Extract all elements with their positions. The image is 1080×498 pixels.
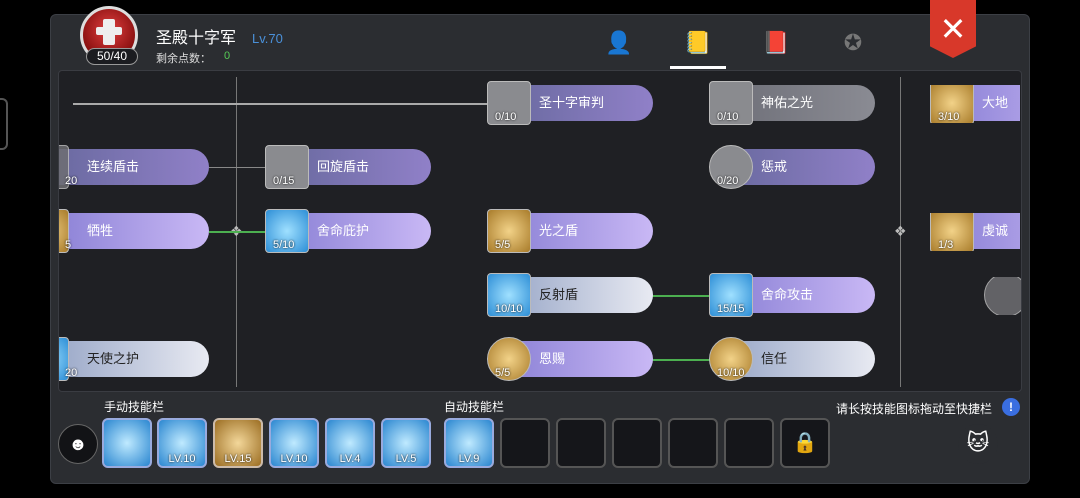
connector-line: [209, 167, 269, 168]
skill-count: 3/10: [938, 111, 960, 123]
info-icon[interactable]: !: [1002, 398, 1020, 416]
side-handle[interactable]: [0, 98, 8, 150]
skill-count: 0/10: [717, 111, 739, 123]
skills-tab[interactable]: 📒: [683, 28, 713, 58]
skill-points-pill: 50/40: [86, 48, 138, 65]
skill-name: 天使之护: [59, 341, 209, 377]
slot-level: LV.10: [280, 453, 308, 465]
skill-count: 1/3: [938, 239, 954, 251]
character-tab[interactable]: 👤: [604, 28, 634, 58]
slot-level: LV.15: [224, 453, 252, 465]
auto-slot-empty[interactable]: [556, 418, 606, 468]
close-icon: ✕: [939, 11, 967, 47]
auto-slot-empty[interactable]: [500, 418, 550, 468]
manual-slot[interactable]: [102, 418, 152, 468]
person-star-icon: 👤: [605, 30, 633, 55]
close-button[interactable]: ✕: [930, 0, 976, 58]
cat-mascot-icon[interactable]: 🐱: [958, 424, 998, 464]
skill-count: 10/10: [717, 367, 745, 379]
skill-name: 连续盾击: [59, 149, 209, 185]
emblem-tab[interactable]: ✪: [838, 28, 868, 58]
skill-count: 5/5: [495, 239, 511, 251]
lock-icon[interactable]: 🔒: [780, 418, 830, 468]
slot-level: LV.10: [168, 453, 196, 465]
skill-count: 20: [65, 175, 78, 187]
book-tab[interactable]: 📕: [761, 28, 791, 58]
skill-tree: ❖ ❖ 圣十字审判 0/10 神佑之光 0/10 大地 3/10 连续盾击 20…: [58, 70, 1022, 392]
manual-slot[interactable]: LV.10: [269, 418, 319, 468]
contact-book-icon: 📒: [684, 30, 712, 55]
tier-node-icon: ❖: [894, 223, 907, 239]
skill-count: 10/10: [495, 303, 523, 315]
skill-name-text: 天使之护: [87, 351, 140, 366]
skill-count: 0/10: [495, 111, 517, 123]
skill-node[interactable]: [984, 277, 1021, 315]
remaining-points-value: 0: [224, 50, 231, 62]
skill-name-text: 反射盾: [539, 287, 579, 302]
skill-count: 0/15: [273, 175, 295, 187]
slot-level: LV.4: [339, 453, 361, 465]
slot-level: LV.5: [395, 453, 417, 465]
manual-bar-label: 手动技能栏: [104, 400, 165, 414]
skill-count: 5: [65, 239, 72, 251]
skill-count: 20: [65, 367, 78, 379]
class-level: Lv.70: [252, 31, 283, 46]
connector-line: [73, 103, 493, 105]
skill-count: 5/10: [273, 239, 295, 251]
auto-slot[interactable]: LV.9: [444, 418, 494, 468]
active-tab-indicator: [670, 66, 726, 69]
winged-star-icon: ✪: [843, 30, 863, 55]
auto-bar-label: 自动技能栏: [444, 400, 505, 414]
skill-node[interactable]: 虔诚 1/3: [930, 213, 1020, 251]
emote-face-icon[interactable]: ☻: [58, 424, 98, 464]
class-name: 圣殿十字军: [156, 30, 237, 47]
skill-node[interactable]: 大地 3/10: [930, 85, 1020, 123]
connector-line-active: [651, 295, 711, 297]
manual-slot[interactable]: LV.10: [157, 418, 207, 468]
skill-name-text: 信任: [761, 351, 788, 366]
drag-hint: 请长按技能图标拖动至快捷栏: [836, 402, 993, 416]
locked-skill-icon: [984, 277, 1021, 315]
slot-level: LV.9: [458, 453, 480, 465]
manual-slot[interactable]: LV.5: [381, 418, 431, 468]
skill-count: 0/20: [717, 175, 739, 187]
manual-slot[interactable]: LV.4: [325, 418, 375, 468]
connector-line-active: [651, 359, 711, 361]
auto-slot-empty[interactable]: [612, 418, 662, 468]
auto-slot-empty[interactable]: [724, 418, 774, 468]
book-icon: 📕: [762, 30, 790, 55]
connector-line-active: [209, 231, 269, 233]
skill-count: 5/5: [495, 367, 511, 379]
skill-count: 15/15: [717, 303, 745, 315]
skill-name: 牺牲: [59, 213, 209, 249]
manual-slot[interactable]: LV.15: [213, 418, 263, 468]
auto-slot-empty[interactable]: [668, 418, 718, 468]
remaining-points-label: 剩余点数：: [156, 53, 211, 65]
